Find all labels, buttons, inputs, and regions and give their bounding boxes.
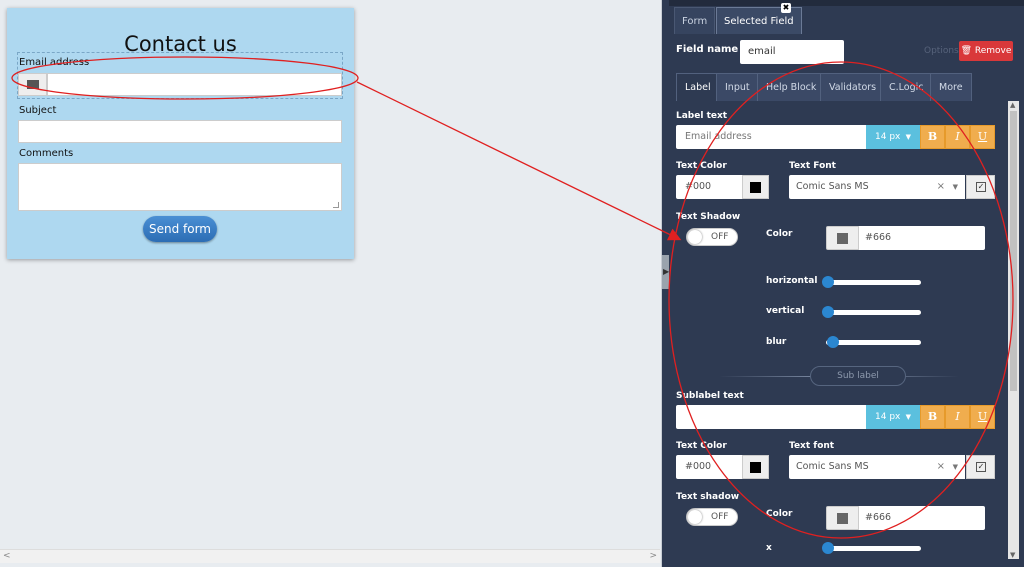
scroll-up-icon[interactable]: ▲ [1010, 101, 1015, 109]
scroll-down-icon[interactable]: ▼ [1010, 551, 1015, 559]
sublabel-shadow-color-input[interactable]: #666 [859, 506, 985, 530]
remove-button[interactable]: 🗑 Remove [959, 41, 1013, 61]
options-link[interactable]: Options [924, 46, 959, 56]
underline-button[interactable]: U [970, 125, 995, 149]
send-form-button[interactable]: Send form [143, 216, 217, 242]
horizontal-scrollbar[interactable]: < > [0, 549, 660, 563]
label-size-select[interactable]: 14 px ▼ [866, 125, 920, 149]
field-name-input[interactable]: email [740, 40, 844, 64]
blur-slider-handle[interactable] [826, 336, 839, 348]
sublabel-text-shadow-title: Text shadow [676, 492, 740, 502]
text-color-title: Text Color [676, 161, 727, 171]
text-shadow-title: Text Shadow [676, 212, 741, 222]
bold-button[interactable]: B [920, 125, 945, 149]
sublabel-font-apply-checkbox[interactable]: ✓ [966, 455, 995, 479]
sublabel-shadow-color-swatch[interactable] [826, 506, 859, 530]
color-swatch-icon [837, 233, 848, 244]
check-icon: ✓ [976, 182, 986, 192]
tab-more[interactable]: More [930, 73, 972, 101]
email-label: Email address [19, 57, 90, 68]
resize-grip-icon[interactable] [333, 202, 339, 208]
sublabel-text-font-select[interactable]: Comic Sans MS × ▼ [789, 455, 965, 479]
chevron-down-icon: ▼ [952, 463, 958, 471]
clear-icon: × [936, 461, 945, 472]
vertical-slider-handle[interactable] [822, 306, 834, 318]
text-shadow-toggle[interactable]: OFF [686, 228, 738, 246]
shadow-color-title: Color [766, 229, 793, 239]
sublabel-shadow-color-title: Color [766, 509, 793, 519]
x-label: x [766, 543, 772, 553]
sublabel-text-color-swatch[interactable] [742, 455, 769, 479]
sublabel-text-color-title: Text Color [676, 441, 727, 451]
panel-top-strip [669, 0, 1024, 6]
blur-label: blur [766, 337, 787, 347]
tab-help-block[interactable]: Help Block [757, 73, 826, 101]
horizontal-label: horizontal [766, 276, 818, 286]
sublabel-text-color-input[interactable]: #000 [676, 455, 742, 479]
vertical-scrollbar[interactable]: ▲ ▼ [1008, 101, 1019, 559]
contact-form-preview: Contact us Email address Subject Comment… [7, 8, 354, 259]
scroll-right-icon[interactable]: > [649, 551, 657, 561]
tab-input[interactable]: Input [716, 73, 759, 101]
label-text-title: Label text [676, 111, 728, 121]
chevron-down-icon: ▼ [905, 133, 911, 141]
horizontal-slider[interactable] [826, 280, 921, 285]
tab-form[interactable]: Form [674, 7, 716, 34]
field-name-label: Field name? [676, 44, 750, 55]
horizontal-slider-handle[interactable] [822, 276, 834, 288]
color-swatch-icon [750, 462, 761, 473]
tab-c-logic[interactable]: C.Logic [880, 73, 933, 101]
sublabel-bold-button[interactable]: B [920, 405, 945, 429]
vertical-slider[interactable] [826, 310, 921, 315]
comments-label: Comments [19, 148, 74, 159]
field-settings-panel: Form Selected Field ✖ Field name? email … [669, 0, 1024, 567]
chevron-down-icon: ▼ [905, 413, 911, 421]
sublabel-section-toggle[interactable]: Sub label [810, 366, 906, 386]
text-color-input[interactable]: #000 [676, 175, 742, 199]
panel-splitter[interactable]: ▶ [662, 255, 669, 289]
scroll-left-icon[interactable]: < [3, 551, 11, 561]
sublabel-text-title: Sublabel text [676, 391, 744, 401]
text-color-swatch[interactable] [742, 175, 769, 199]
sublabel-size-select[interactable]: 14 px ▼ [866, 405, 920, 429]
italic-button[interactable]: I [945, 125, 970, 149]
x-slider[interactable] [826, 546, 921, 551]
clear-icon: × [936, 181, 945, 192]
close-icon[interactable]: ✖ [781, 3, 791, 13]
vertical-label: vertical [766, 306, 805, 316]
tab-label[interactable]: Label [676, 73, 720, 101]
sublabel-text-input[interactable] [676, 405, 866, 429]
text-font-title: Text Font [789, 161, 836, 171]
subject-input[interactable] [18, 120, 342, 143]
shadow-color-input[interactable]: #666 [859, 226, 985, 250]
x-slider-handle[interactable] [822, 542, 834, 554]
shadow-color-swatch[interactable] [826, 226, 859, 250]
blur-slider[interactable] [826, 340, 921, 345]
sublabel-underline-button[interactable]: U [970, 405, 995, 429]
tab-validators[interactable]: Validators [820, 73, 886, 101]
form-canvas: Contact us Email address Subject Comment… [0, 0, 662, 567]
email-addon [18, 73, 47, 96]
sublabel-text-font-title: Text font [789, 441, 835, 451]
text-font-select[interactable]: Comic Sans MS × ▼ [789, 175, 965, 199]
subject-label: Subject [19, 105, 57, 116]
comments-textarea[interactable] [18, 163, 342, 211]
color-swatch-icon [750, 182, 761, 193]
toggle-knob [688, 230, 702, 244]
sublabel-text-shadow-toggle[interactable]: OFF [686, 508, 738, 526]
chevron-down-icon: ▼ [952, 183, 958, 191]
email-input[interactable] [47, 73, 342, 96]
envelope-icon [27, 80, 39, 89]
color-swatch-icon [837, 513, 848, 524]
scrollbar-thumb[interactable] [1010, 111, 1017, 391]
sublabel-italic-button[interactable]: I [945, 405, 970, 429]
font-apply-checkbox[interactable]: ✓ [966, 175, 995, 199]
check-icon: ✓ [976, 462, 986, 472]
toggle-knob [688, 510, 702, 524]
label-text-input[interactable]: Email address [676, 125, 866, 149]
